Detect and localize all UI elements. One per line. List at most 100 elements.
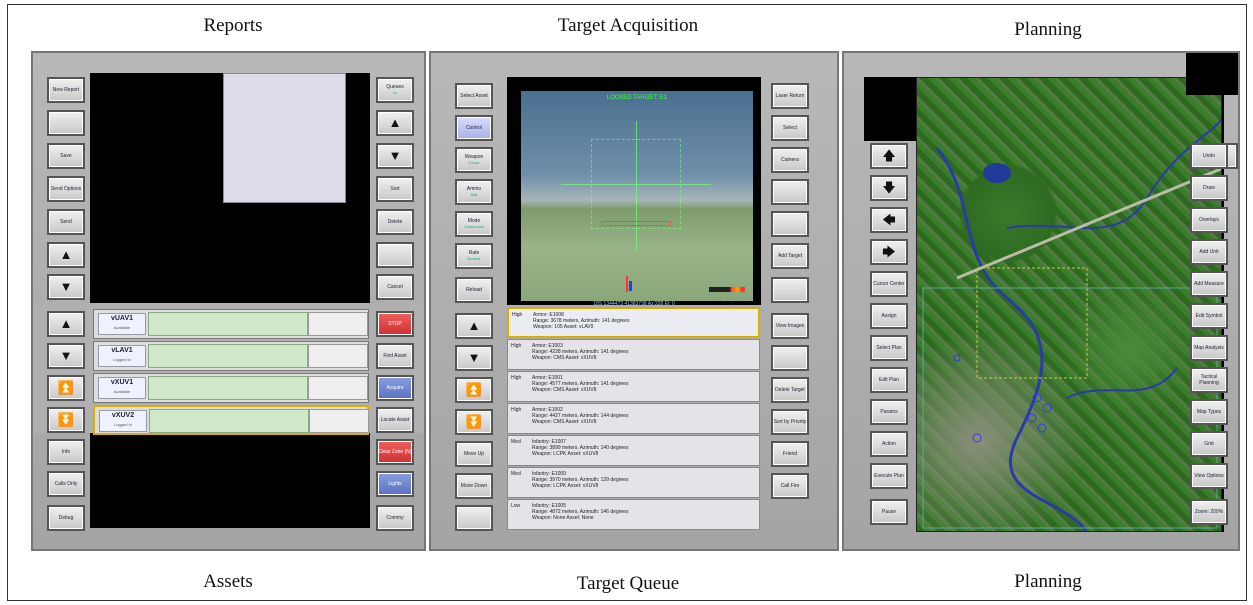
zoom-button[interactable]: Zoom: 200% — [1190, 499, 1228, 525]
assign-button[interactable]: Assign — [870, 303, 908, 329]
reports-left-blank-button[interactable] — [47, 110, 85, 136]
queue-page-up-button[interactable]: ⏫ — [455, 377, 493, 403]
add-unit-button[interactable]: Add Unit — [1190, 239, 1228, 265]
double-up-icon: ⏫ — [57, 380, 75, 395]
target-queue-row[interactable]: High Armor: E1003 Range: 4228 meters, Azi… — [507, 339, 760, 370]
acquire-button[interactable]: Acquire — [376, 375, 414, 401]
lights-button[interactable]: Lights — [376, 471, 414, 497]
select-asset-button[interactable]: Select Asset — [455, 83, 493, 109]
sort-button[interactable]: Sort — [376, 176, 414, 202]
acq-right-blank-button[interactable] — [771, 277, 809, 303]
add-target-button[interactable]: Add Target — [771, 243, 809, 269]
road-line — [956, 167, 1221, 280]
triangle-up-icon: ▲ — [388, 115, 402, 130]
reload-button[interactable]: Reload — [455, 277, 493, 303]
reports-right-blank-button[interactable] — [376, 242, 414, 268]
sort-by-priority-button[interactable]: Sort by Priority — [771, 409, 809, 435]
pan-up-button[interactable]: 🡅 — [870, 143, 908, 169]
asset-row[interactable]: vXUV1 Available — [93, 373, 369, 403]
assets-down-button[interactable]: ▼ — [47, 343, 85, 369]
queue-down-button[interactable]: ▼ — [455, 345, 493, 371]
clear-zone-button[interactable]: Clear Zone (N) — [376, 439, 414, 465]
delete-button[interactable]: Delete — [376, 209, 414, 235]
assets-page-down-button[interactable]: ⏬ — [47, 407, 85, 433]
locate-asset-button[interactable]: Locate Asset — [376, 407, 414, 433]
execute-plan-button[interactable]: Execute Plan — [870, 463, 908, 489]
debug-button[interactable]: Debug — [47, 505, 85, 531]
params-button[interactable]: Params — [870, 399, 908, 425]
view-options-button[interactable]: View Options — [1190, 463, 1228, 489]
target-queue-row[interactable]: High Armor: E1002 Range: 4427 meters, Azi… — [507, 403, 760, 434]
scroll-down-button[interactable]: ▼ — [47, 274, 85, 300]
queue-right-blank-button[interactable] — [771, 345, 809, 371]
target-queue-row[interactable]: Med Infantry: E1009 Range: 3970 meters, A… — [507, 467, 760, 498]
map-analysis-button[interactable]: Map Analysis — [1190, 335, 1228, 361]
queue-up-button[interactable]: ▲ — [455, 313, 493, 339]
move-up-button[interactable]: Move Up — [455, 441, 493, 467]
asset-row[interactable]: vLAV1 Logged In — [93, 341, 369, 371]
pan-left-button[interactable]: 🡄 — [870, 207, 908, 233]
send-button[interactable]: Send — [47, 209, 85, 235]
grid-button[interactable]: Grid — [1190, 431, 1228, 457]
new-report-button[interactable]: New Report — [47, 77, 85, 103]
target-queue-row[interactable]: Low Infantry: E1005 Range: 4872 meters, A… — [507, 499, 760, 530]
overlays-button[interactable]: Overlays — [1190, 207, 1228, 233]
save-button[interactable]: Save — [47, 143, 85, 169]
map-types-button[interactable]: Map Types — [1190, 399, 1228, 425]
edit-symbol-button[interactable]: Edit Symbol — [1190, 303, 1228, 329]
target-queue-row[interactable]: High Armor: E1001 Range: 4577 meters, Azi… — [507, 371, 760, 402]
acq-right-blank-button[interactable] — [771, 211, 809, 237]
select-plan-button[interactable]: Select Plan — [870, 335, 908, 361]
pause-button[interactable]: Pause — [870, 499, 908, 525]
triangle-down-icon: ▼ — [467, 350, 481, 365]
assets-up-button[interactable]: ▲ — [47, 311, 85, 337]
double-down-icon: ⏬ — [57, 412, 75, 427]
mode-button[interactable]: Mode Continuous — [455, 211, 493, 237]
cancel-button[interactable]: Cancel — [376, 274, 414, 300]
send-options-button[interactable]: Send Options — [47, 176, 85, 202]
scroll-up-button[interactable]: ▲ — [47, 242, 85, 268]
unit-marker — [953, 354, 961, 362]
draw-button[interactable]: Draw — [1190, 175, 1228, 201]
laser-return-button[interactable]: Laser Return — [771, 83, 809, 109]
triangle-down-icon: ▼ — [388, 148, 402, 163]
asset-row[interactable]: vUAV1 Available — [93, 309, 369, 339]
acq-right-blank-button[interactable] — [771, 179, 809, 205]
reports-up-button[interactable]: ▲ — [376, 110, 414, 136]
commy-button[interactable]: Commy — [376, 505, 414, 531]
pan-right-button[interactable]: 🡆 — [870, 239, 908, 265]
control-button[interactable]: Control — [455, 115, 493, 141]
undo-button[interactable]: Undo — [1190, 143, 1228, 169]
asset-row-selected[interactable]: vXUV2 Logged In — [93, 405, 369, 435]
delete-target-button[interactable]: Delete Target — [771, 377, 809, 403]
arrow-right-icon: 🡆 — [882, 244, 896, 259]
assets-page-up-button[interactable]: ⏫ — [47, 375, 85, 401]
edit-plan-button[interactable]: Edit Plan — [870, 367, 908, 393]
tactical-map[interactable] — [916, 77, 1222, 532]
rate-button[interactable]: Rate Normal — [455, 243, 493, 269]
asset-name: vXUV1 Available — [98, 377, 146, 399]
camera-button[interactable]: Camera — [771, 147, 809, 173]
weapon-button[interactable]: Weapon Cross — [455, 147, 493, 173]
ammo-button[interactable]: Ammo Ball — [455, 179, 493, 205]
call-fire-button[interactable]: Call Fire — [771, 473, 809, 499]
tactical-planning-button[interactable]: Tactical Planning — [1190, 367, 1228, 393]
find-asset-button[interactable]: Find Asset — [376, 343, 414, 369]
select-button[interactable]: Select — [771, 115, 809, 141]
target-queue-row[interactable]: Med Infantry: E1007 Range: 3899 meters, A… — [507, 435, 760, 466]
add-measure-button[interactable]: Add Measure — [1190, 271, 1228, 297]
reports-down-button[interactable]: ▼ — [376, 143, 414, 169]
target-queue-row-selected[interactable]: High Armor: E1008 Range: 3678 meters, Azi… — [507, 307, 760, 338]
stop-button[interactable]: STOP — [376, 311, 414, 337]
action-button[interactable]: Action — [870, 431, 908, 457]
queues-button[interactable]: Queues In — [376, 77, 414, 103]
friend-button[interactable]: Friend — [771, 441, 809, 467]
move-down-button[interactable]: Move Down — [455, 473, 493, 499]
view-images-button[interactable]: View Images — [771, 313, 809, 339]
pan-down-button[interactable]: 🡇 — [870, 175, 908, 201]
info-button[interactable]: Info — [47, 439, 85, 465]
queue-left-blank-button[interactable] — [455, 505, 493, 531]
cursor-center-button[interactable]: Cursor Center — [870, 271, 908, 297]
calls-only-button[interactable]: Calls Only — [47, 471, 85, 497]
queue-page-down-button[interactable]: ⏬ — [455, 409, 493, 435]
